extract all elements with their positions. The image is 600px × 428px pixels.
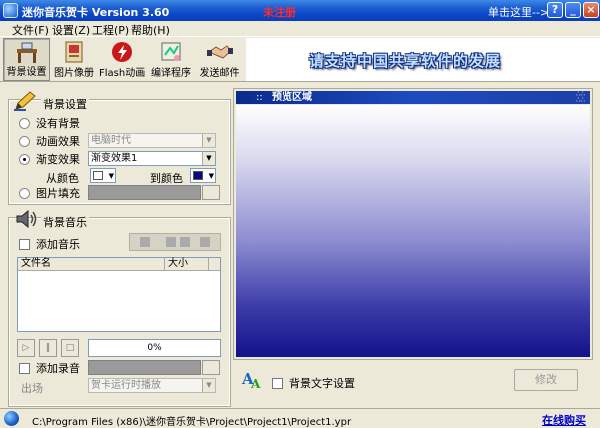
exit-select[interactable]: 贺卡运行时播放 ▼ — [88, 378, 216, 393]
radio-no-background[interactable]: 没有背景 — [19, 116, 80, 130]
minimize-button[interactable]: _ — [565, 2, 581, 18]
preview-header: :: 预览区域 ∴∴ ∴∴ — [236, 91, 590, 104]
music-group-title: 背景音乐 — [41, 214, 89, 230]
toolbar: 背景设置 图片像册 Flash动画 编译程序 发送邮件 请支持中国共享软件的发展 — [0, 36, 600, 82]
registration-status: 未注册 — [263, 6, 296, 19]
pencil-icon — [14, 91, 36, 111]
column-size[interactable]: 大小 — [165, 258, 209, 271]
banner: 请支持中国共享软件的发展 — [246, 38, 600, 81]
play-button[interactable]: ▷ — [17, 339, 35, 357]
tool-photo-album[interactable]: 图片像册 — [52, 38, 96, 81]
radio-gradient-effect[interactable]: 渐变效果 — [19, 152, 80, 166]
project-path: C:\Program Files (x86)\迷你音乐贺卡\Project\Pr… — [32, 417, 352, 428]
buy-online-link[interactable]: 在线购买 — [542, 412, 586, 428]
radio-image-fill[interactable]: 图片填充 — [19, 186, 80, 200]
tool-compile-program[interactable]: 编译程序 — [149, 38, 193, 81]
flash-icon — [112, 42, 132, 62]
tool-send-email[interactable]: 发送邮件 — [197, 38, 242, 81]
delete-icon[interactable] — [200, 237, 210, 247]
checkbox[interactable] — [19, 362, 30, 374]
radio-button[interactable] — [19, 135, 30, 147]
to-color-swatch — [193, 171, 203, 180]
move-icon[interactable] — [166, 237, 176, 247]
from-color-swatch — [93, 171, 103, 180]
to-color-label: 到颜色 — [150, 172, 183, 185]
music-file-list[interactable]: 文件名 大小 — [17, 257, 221, 332]
stop-button[interactable]: □ — [61, 339, 79, 357]
gradient-select[interactable]: 渐变效果1 ▼ — [88, 151, 216, 166]
text-style-icon: A A — [241, 370, 261, 390]
chevron-down-icon: ▼ — [208, 172, 214, 180]
preview-title: 预览区域 — [272, 92, 312, 103]
photo-album-icon — [65, 41, 83, 63]
radio-button[interactable] — [19, 117, 30, 129]
help-button[interactable]: ? — [547, 2, 563, 18]
banner-text: 请支持中国共享软件的发展 — [309, 52, 502, 70]
close-button[interactable]: × — [583, 2, 599, 18]
desk-icon — [16, 42, 37, 63]
chevron-down-icon[interactable]: ▼ — [202, 379, 215, 392]
title-bar: 迷你音乐贺卡 Version 3.60 未注册 单击这里-->> ? _ × — [0, 0, 600, 21]
checkbox[interactable] — [272, 377, 283, 389]
column-filename[interactable]: 文件名 — [18, 258, 165, 271]
animation-select[interactable]: 电脑时代 ▼ — [88, 133, 216, 148]
chevron-down-icon[interactable]: ▼ — [202, 152, 215, 165]
from-color-picker[interactable]: ▼ — [90, 168, 116, 183]
globe-icon — [4, 411, 19, 426]
app-icon[interactable] — [3, 3, 18, 18]
bg-text-checkbox[interactable]: 背景文字设置 — [272, 375, 355, 391]
play-progress: 0% — [88, 339, 221, 357]
list-header: 文件名 大小 — [18, 258, 220, 271]
music-tool-buttons — [129, 233, 221, 251]
grip-icon: ∴∴ ∴∴ — [576, 90, 585, 104]
from-color-label: 从颜色 — [46, 172, 79, 185]
handshake-icon — [206, 45, 233, 59]
add-music-checkbox[interactable]: 添加音乐 — [19, 237, 80, 251]
tool-flash-animation[interactable]: Flash动画 — [99, 38, 145, 81]
tool-background-settings[interactable]: 背景设置 — [3, 38, 50, 81]
menu-bar: 文件(F) 设置(Z) 工程(P) 帮助(H) — [0, 21, 600, 37]
radio-animation-effect[interactable]: 动画效果 — [19, 134, 80, 148]
chevron-down-icon: ▼ — [108, 172, 114, 180]
preview-panel: :: 预览区域 ∴∴ ∴∴ — [233, 88, 593, 360]
left-panel: 背景设置 没有背景 动画效果 电脑时代 ▼ 渐变效果 渐变效果1 ▼ 从颜色 ▼… — [8, 88, 231, 407]
radio-button[interactable] — [19, 153, 30, 165]
browse-image-button[interactable] — [202, 185, 220, 200]
checkbox[interactable] — [19, 238, 30, 250]
speaker-icon — [16, 209, 37, 229]
status-bar: C:\Program Files (x86)\迷你音乐贺卡\Project\Pr… — [0, 408, 600, 428]
chevron-down-icon[interactable]: ▼ — [202, 134, 215, 147]
preview-canvas[interactable] — [236, 105, 590, 357]
window-title: 迷你音乐贺卡 Version 3.60 — [22, 6, 170, 19]
modify-button[interactable]: 修改 — [514, 369, 578, 391]
add-file-icon[interactable] — [140, 237, 150, 247]
move-icon[interactable] — [180, 237, 190, 247]
browse-record-button[interactable] — [202, 360, 220, 375]
compile-icon — [161, 42, 181, 61]
background-group-title: 背景设置 — [41, 96, 89, 112]
add-record-checkbox[interactable]: 添加录音 — [19, 361, 80, 375]
pause-button[interactable]: ‖ — [39, 339, 57, 357]
exit-label: 出场 — [21, 382, 43, 395]
svg-text:A: A — [250, 377, 261, 390]
image-path-field[interactable] — [88, 185, 201, 200]
to-color-picker[interactable]: ▼ — [190, 168, 216, 183]
record-path-field[interactable] — [88, 360, 201, 375]
radio-button[interactable] — [19, 187, 30, 199]
